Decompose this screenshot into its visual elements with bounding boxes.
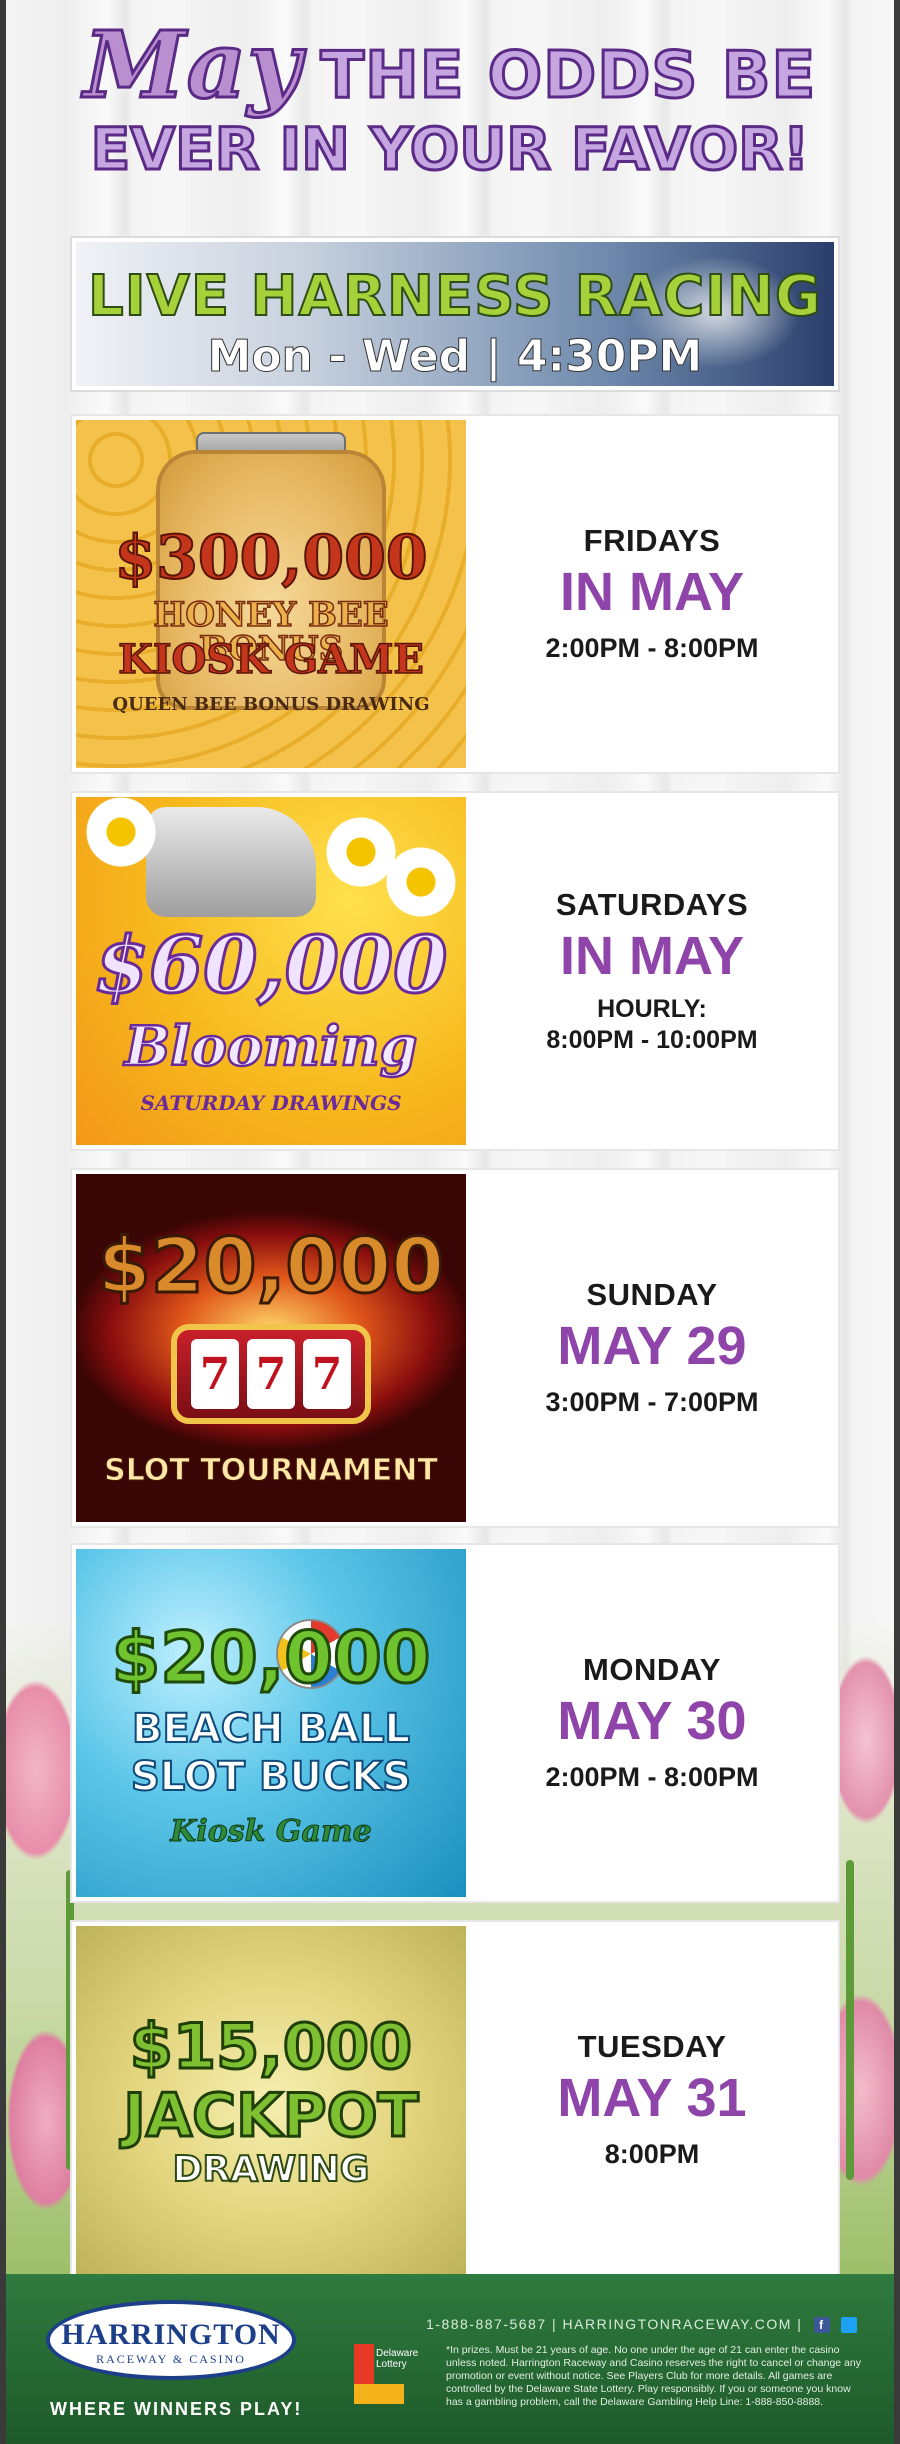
promo-blooming: $60,000 Blooming SATURDAY DRAWINGS SATUR… [72,793,838,1149]
jackpot-art: $15,000 JACKPOT DRAWING [76,1926,466,2274]
promo-time: 8:00PM [604,2139,700,2169]
watering-can-icon [146,807,316,917]
headline-line2: EVER IN YOUR FAVOR! [89,114,811,185]
promo-art-line: SLOT TOURNAMENT [104,1453,439,1488]
promo-art-amount: $15,000 [128,2010,413,2083]
promo-date: IN MAY [559,926,745,986]
promo-art-line: Blooming [123,1014,418,1078]
promo-date: MAY 31 [557,2068,747,2128]
logo-main-text: HARRINGTON [61,2318,281,2351]
promo-art-line: BEACH BALL [131,1706,411,1752]
promo-date: MAY 29 [557,1316,747,1376]
promo-info: SATURDAYS IN MAY HOURLY: 8:00PM - 10:00P… [466,793,838,1149]
lottery-logo-shape [354,2384,404,2404]
harness-racing-banner: LIVE HARNESS RACING Mon - Wed | 4:30PM [72,238,838,390]
promo-time: 8:00PM - 10:00PM [546,1026,758,1054]
banner-schedule: Mon - Wed | 4:30PM [207,331,703,383]
headline: May THE ODDS BE EVER IN YOUR FAVOR! [6,18,894,185]
promo-info: MONDAY MAY 30 2:00PM - 8:00PM [466,1545,838,1901]
slot-machine-icon: 7 7 7 [171,1324,371,1424]
logo-oval: HARRINGTON RACEWAY & CASINO [46,2300,296,2380]
daisy-icon [386,847,456,917]
headline-may: May [82,11,302,119]
promo-time: 2:00PM - 8:00PM [545,633,759,663]
promo-time: 2:00PM - 8:00PM [545,1762,759,1792]
honey-bee-art: $300,000 HONEY BEE BONUS KIOSK GAME QUEE… [76,420,466,768]
beach-ball-art: $20,000 BEACH BALL SLOT BUCKS Kiosk Game [76,1549,466,1897]
promo-time-prefix: HOURLY: [597,995,707,1023]
promo-art-amount: $300,000 [113,523,428,593]
promo-day: MONDAY [583,1652,721,1687]
slot-tournament-art: $20,000 7 7 7 SLOT TOURNAMENT [76,1174,466,1522]
promo-info: FRIDAYS IN MAY 2:00PM - 8:00PM [466,416,838,772]
promo-info: SUNDAY MAY 29 3:00PM - 7:00PM [466,1170,838,1526]
flyer-page: May THE ODDS BE EVER IN YOUR FAVOR! LIVE… [6,0,894,2444]
promo-date: MAY 30 [557,1691,747,1751]
promo-slot-tournament: $20,000 7 7 7 SLOT TOURNAMENT SUNDAY MAY… [72,1170,838,1526]
slot-reel: 7 [191,1339,239,1409]
promo-date: IN MAY [559,562,745,622]
promo-art-amount: $20,000 [96,1221,445,1310]
promo-art-line: Kiosk Game [170,1814,373,1849]
delaware-lottery-logo: Delaware Lottery [354,2344,424,2404]
promo-jackpot: $15,000 JACKPOT DRAWING TUESDAY MAY 31 8… [72,1922,838,2278]
promo-beach-ball: $20,000 BEACH BALL SLOT BUCKS Kiosk Game… [72,1545,838,1901]
daisy-icon [86,797,156,867]
promo-art-line: JACKPOT [122,2081,420,2151]
twitter-icon[interactable] [841,2317,858,2334]
logo-sub-text: RACEWAY & CASINO [96,2352,246,2366]
blooming-art: $60,000 Blooming SATURDAY DRAWINGS [76,797,466,1145]
facebook-icon[interactable]: f [813,2317,830,2334]
promo-art-amount: $60,000 [93,920,449,1011]
headline-line1: THE ODDS BE [319,39,817,113]
promo-day: SATURDAYS [555,887,749,922]
footer: HARRINGTON RACEWAY & CASINO WHERE WINNER… [6,2274,894,2444]
slot-reel: 7 [247,1339,295,1409]
promo-art-amount: $20,000 [110,1617,432,1699]
promo-art-line: DRAWING [172,2149,371,2190]
promo-day: TUESDAY [577,2029,727,2064]
promo-art-line: SLOT BUCKS [130,1754,412,1800]
promo-honey-bee: $300,000 HONEY BEE BONUS KIOSK GAME QUEE… [72,416,838,772]
lottery-logo-text: Delaware Lottery [376,2348,419,2370]
promo-time: 3:00PM - 7:00PM [545,1387,759,1417]
promo-day: FRIDAYS [583,523,721,558]
contact-line: 1-888-887-5687 | HARRINGTONRACEWAY.COM |… [426,2316,858,2334]
promo-info: TUESDAY MAY 31 8:00PM [466,1922,838,2278]
tulip-stem [846,1860,854,2180]
slot-reel: 7 [303,1339,351,1409]
banner-title: LIVE HARNESS RACING [87,263,822,330]
promo-art-line: KIOSK GAME [117,636,424,683]
tagline: WHERE WINNERS PLAY! [50,2399,303,2419]
promo-art-line: QUEEN BEE BONUS DRAWING [112,694,430,715]
promo-day: SUNDAY [586,1277,718,1312]
contact-text: 1-888-887-5687 | HARRINGTONRACEWAY.COM | [426,2316,803,2332]
promo-art-line: SATURDAY DRAWINGS [140,1091,402,1115]
legal-disclaimer: *In prizes. Must be 21 years of age. No … [446,2344,861,2408]
harrington-logo: HARRINGTON RACEWAY & CASINO [46,2300,296,2380]
